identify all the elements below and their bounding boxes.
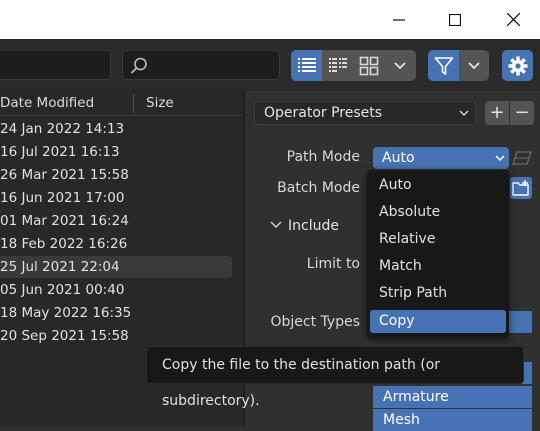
file-date-modified: 18 May 2022 16:35 xyxy=(0,305,132,321)
tooltip: Copy the file to the destination path (o… xyxy=(146,346,524,409)
file-date-modified: 16 Jul 2021 16:13 xyxy=(0,144,120,160)
maximize-icon xyxy=(449,13,461,26)
close-button[interactable] xyxy=(484,0,540,39)
gear-icon xyxy=(508,56,527,75)
file-browser-toolbar xyxy=(0,39,540,91)
filter-settings-dropdown[interactable] xyxy=(459,50,489,81)
include-section-header[interactable]: Include xyxy=(270,218,339,234)
path-mode-dropdown[interactable]: Auto xyxy=(373,147,509,169)
file-list-header: Date Modified Size xyxy=(0,91,244,116)
column-divider[interactable] xyxy=(133,94,134,113)
horizontal-list-icon xyxy=(328,57,347,72)
filter-icon xyxy=(434,56,453,75)
file-row[interactable]: 26 Mar 2021 15:58 xyxy=(0,164,232,186)
vertical-list-icon xyxy=(297,57,316,72)
search-icon xyxy=(130,57,147,74)
batch-mode-label: Batch Mode xyxy=(277,180,360,196)
object-types-label: Object Types xyxy=(270,314,361,330)
new-folder-icon xyxy=(512,180,529,196)
filter-toggle-button[interactable] xyxy=(428,50,459,81)
menu-item-relative[interactable]: Relative xyxy=(370,228,506,251)
file-row[interactable]: 05 Jun 2021 00:40 xyxy=(0,279,232,301)
display-settings-dropdown[interactable] xyxy=(384,50,416,81)
chevron-down-icon xyxy=(468,61,480,69)
file-date-modified: 05 Jun 2021 00:40 xyxy=(0,282,125,298)
file-date-modified: 24 Jan 2022 14:13 xyxy=(0,121,125,137)
menu-item-strip-path[interactable]: Strip Path xyxy=(370,282,506,305)
file-date-modified: 25 Jul 2021 22:04 xyxy=(0,259,120,275)
search-input[interactable] xyxy=(122,50,280,80)
menu-item-copy[interactable]: Copy xyxy=(370,310,506,333)
object-type-armature-button[interactable]: Armature xyxy=(373,386,532,408)
thumbnails-icon xyxy=(359,56,378,75)
maximize-button[interactable] xyxy=(426,0,484,39)
chevron-down-icon xyxy=(394,61,406,69)
chevron-down-icon xyxy=(459,102,469,131)
file-row[interactable]: 18 Feb 2022 16:26 xyxy=(0,233,232,255)
chevron-down-icon xyxy=(270,218,282,234)
file-row[interactable]: 18 May 2022 16:35 xyxy=(0,302,232,324)
path-mode-menu: Auto Absolute Relative Match Strip Path … xyxy=(367,170,509,338)
file-row[interactable]: 20 Sep 2021 15:58 xyxy=(0,325,232,347)
settings-gear-button[interactable] xyxy=(502,50,533,81)
file-date-modified: 18 Feb 2022 16:26 xyxy=(0,236,128,252)
minimize-icon xyxy=(393,18,405,21)
column-header-size[interactable]: Size xyxy=(146,95,174,111)
embed-textures-icon[interactable] xyxy=(512,151,532,165)
menu-item-auto[interactable]: Auto xyxy=(370,174,506,197)
menu-item-match[interactable]: Match xyxy=(370,255,506,278)
window-titlebar xyxy=(0,0,540,39)
file-row[interactable]: 01 Mar 2021 16:24 xyxy=(0,210,232,232)
file-row[interactable]: 24 Jan 2022 14:13 xyxy=(0,118,232,140)
minimize-button[interactable] xyxy=(370,0,428,39)
file-date-modified: 01 Mar 2021 16:24 xyxy=(0,213,129,229)
file-row[interactable]: 16 Jun 2021 17:00 xyxy=(0,187,232,209)
remove-preset-button[interactable]: − xyxy=(510,101,534,125)
column-header-date-modified[interactable]: Date Modified xyxy=(0,95,94,111)
vertical-list-button[interactable] xyxy=(291,50,322,81)
operator-presets-label: Operator Presets xyxy=(264,105,383,121)
limit-to-label: Limit to xyxy=(306,256,360,272)
file-date-modified: 16 Jun 2021 17:00 xyxy=(0,190,125,206)
include-section-label: Include xyxy=(288,218,339,234)
add-preset-button[interactable]: + xyxy=(485,101,509,125)
thumbnails-button[interactable] xyxy=(353,50,384,81)
file-row[interactable]: 16 Jul 2021 16:13 xyxy=(0,141,232,163)
path-mode-label: Path Mode xyxy=(286,149,360,165)
directory-path-field[interactable] xyxy=(0,50,111,80)
new-folder-button[interactable] xyxy=(510,177,532,199)
object-type-mesh-button[interactable]: Mesh xyxy=(373,409,532,431)
horizontal-list-button[interactable] xyxy=(322,50,353,81)
close-icon xyxy=(506,13,520,26)
file-date-modified: 20 Sep 2021 15:58 xyxy=(0,328,129,344)
path-mode-value: Auto xyxy=(382,150,415,166)
operator-presets-dropdown[interactable]: Operator Presets xyxy=(254,101,476,125)
file-date-modified: 26 Mar 2021 15:58 xyxy=(0,167,129,183)
menu-item-absolute[interactable]: Absolute xyxy=(370,201,506,224)
file-row[interactable]: 25 Jul 2021 22:04 xyxy=(0,256,232,278)
